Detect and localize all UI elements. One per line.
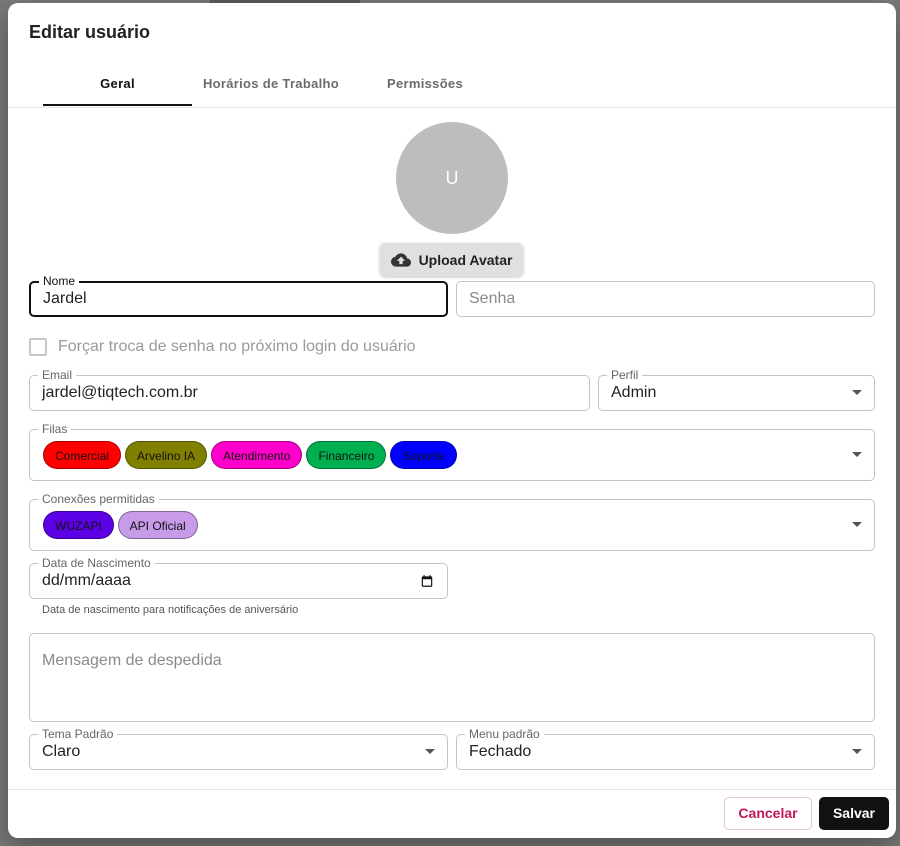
- tab-permissoes[interactable]: Permissões: [350, 61, 500, 107]
- tab-geral[interactable]: Geral: [43, 61, 192, 107]
- filas-select[interactable]: Filas Comercial Arvelino IA Atendimento …: [29, 422, 875, 481]
- filas-chips: Comercial Arvelino IA Atendimento Financ…: [43, 441, 457, 469]
- chevron-down-icon: [852, 390, 862, 395]
- force-password-row[interactable]: Forçar troca de senha no próximo login d…: [29, 338, 416, 356]
- chip-atendimento[interactable]: Atendimento: [211, 441, 303, 469]
- menu-label: Menu padrão: [465, 727, 544, 741]
- email-value: jardel@tiqtech.com.br: [42, 384, 198, 401]
- chip-api-oficial[interactable]: API Oficial: [117, 511, 198, 539]
- save-button[interactable]: Salvar: [819, 797, 889, 830]
- chevron-down-icon: [852, 749, 862, 754]
- perfil-value: Admin: [611, 384, 657, 401]
- chevron-down-icon: [425, 749, 435, 754]
- nome-label: Nome: [39, 274, 80, 288]
- nome-field[interactable]: Nome Jardel: [29, 274, 448, 317]
- chip-comercial[interactable]: Comercial: [43, 441, 122, 469]
- menu-select[interactable]: Menu padrão Fechado: [456, 727, 875, 770]
- active-tab-indicator: [43, 104, 192, 106]
- chip-suporte[interactable]: Suporte: [390, 441, 457, 469]
- conexoes-label: Conexões permitidas: [38, 492, 159, 506]
- avatar: U: [396, 122, 508, 234]
- tab-horarios[interactable]: Horários de Trabalho: [192, 61, 350, 107]
- cancel-button[interactable]: Cancelar: [724, 797, 812, 830]
- chevron-down-icon: [852, 452, 862, 457]
- chip-financeiro[interactable]: Financeiro: [306, 441, 387, 469]
- menu-value: Fechado: [469, 743, 532, 760]
- nascimento-value: dd/mm/aaaa: [42, 572, 131, 589]
- nome-value: Jardel: [43, 290, 87, 307]
- conexoes-select[interactable]: Conexões permitidas WUZAPI API Oficial: [29, 492, 875, 551]
- chip-wuzapi[interactable]: WUZAPI: [43, 511, 114, 539]
- chip-arvelino-ia[interactable]: Arvelino IA: [125, 441, 208, 469]
- nascimento-helper: Data de nascimento para notificações de …: [42, 604, 299, 616]
- conexoes-chips: WUZAPI API Oficial: [43, 511, 198, 539]
- upload-avatar-label: Upload Avatar: [418, 251, 513, 268]
- nascimento-field[interactable]: Data de Nascimento dd/mm/aaaa: [29, 556, 448, 599]
- filas-label: Filas: [38, 422, 72, 436]
- email-field[interactable]: Email jardel@tiqtech.com.br: [29, 368, 590, 411]
- email-label: Email: [38, 368, 77, 382]
- dialog-title: Editar usuário: [29, 22, 151, 42]
- despedida-textarea[interactable]: Mensagem de despedida: [29, 633, 875, 722]
- calendar-icon[interactable]: [420, 574, 434, 588]
- perfil-label: Perfil: [607, 368, 643, 382]
- tema-label: Tema Padrão: [38, 727, 118, 741]
- perfil-select[interactable]: Perfil Admin: [598, 368, 875, 411]
- cloud-upload-icon: [390, 252, 411, 267]
- tab-bar: Geral Horários de Trabalho Permissões: [8, 61, 896, 108]
- senha-placeholder: Senha: [469, 290, 516, 307]
- senha-field[interactable]: Senha: [456, 281, 875, 317]
- nascimento-label: Data de Nascimento: [38, 556, 155, 570]
- edit-user-dialog: Editar usuário Geral Horários de Trabalh…: [8, 3, 896, 838]
- tema-select[interactable]: Tema Padrão Claro: [29, 727, 448, 770]
- tema-value: Claro: [42, 743, 81, 760]
- chevron-down-icon: [852, 522, 862, 527]
- force-password-checkbox[interactable]: [29, 338, 47, 356]
- upload-avatar-button[interactable]: Upload Avatar: [380, 243, 523, 276]
- despedida-placeholder: Mensagem de despedida: [42, 652, 222, 669]
- force-password-label: Forçar troca de senha no próximo login d…: [58, 338, 416, 355]
